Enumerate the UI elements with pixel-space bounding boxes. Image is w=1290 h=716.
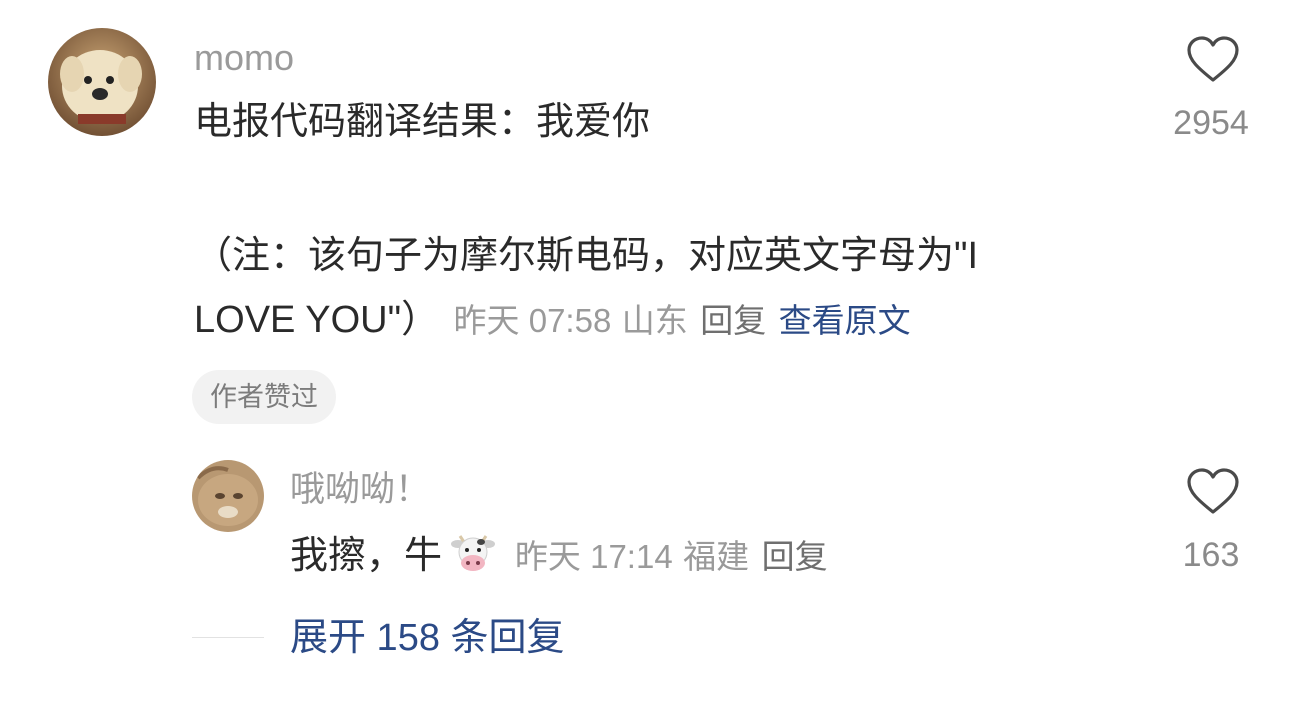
like-button[interactable] [1186,36,1240,84]
divider-line [192,637,264,638]
like-count: 2954 [1173,104,1249,142]
cow-face-icon [450,530,496,576]
avatar[interactable] [48,28,156,136]
expand-replies-link[interactable]: 展开 158 条回复 [290,614,565,662]
reply-text: 我擦，牛 [290,535,443,577]
reply-username[interactable]: 哦呦呦！ [290,472,430,507]
reply-reply-button[interactable]: 回复 [762,538,828,575]
username[interactable]: momo [194,40,294,76]
reply-button[interactable]: 回复 [700,302,766,339]
heart-outline-icon [1187,36,1239,82]
comment-text-line-3: LOVE YOU"） [194,299,440,341]
comment-last-line: LOVE YOU"） 昨天 07:58 山东 回复 查看原文 [194,288,911,360]
reply-time: 昨天 17:14 [514,538,673,575]
comment-text-line-1: 电报代码翻译结果：我爱你 [194,101,651,143]
reply-like-button[interactable] [1186,468,1240,516]
reply-location: 福建 [683,538,750,575]
reply-avatar[interactable] [192,460,264,532]
heart-outline-icon [1187,468,1239,514]
reply-text-row: 我擦，牛 昨天 17:14 福建 回复 [290,524,828,596]
comment-time: 昨天 07:58 [453,302,612,339]
view-original-link[interactable]: 查看原文 [779,302,911,339]
reply-like-count: 163 [1182,536,1240,574]
comment-location: 山东 [621,302,688,339]
comment-text-line-2: （注：该句子为摩尔斯电码，对应英文字母为"I [194,235,979,277]
author-liked-badge: 作者赞过 [192,370,336,424]
